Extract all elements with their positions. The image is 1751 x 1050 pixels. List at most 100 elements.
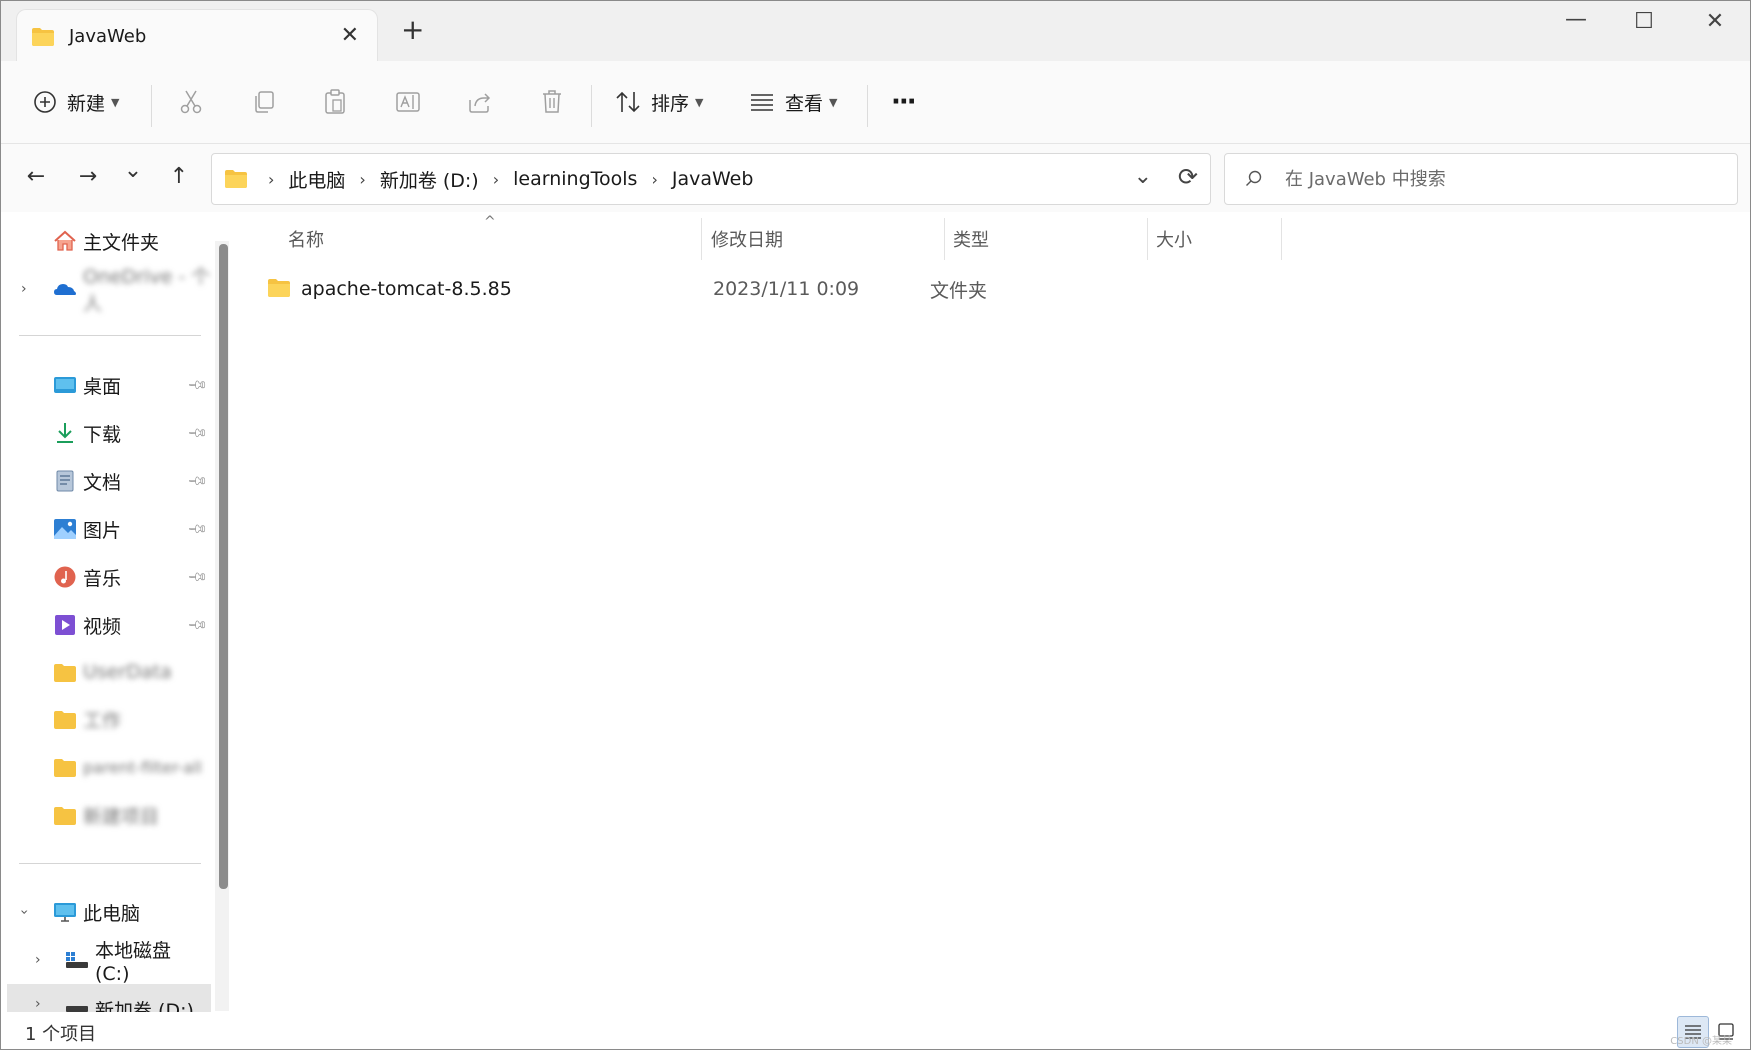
chevron-down-icon: ▼ [695, 95, 704, 109]
share-button[interactable] [467, 86, 493, 118]
breadcrumb-learningtools[interactable]: learningTools [513, 168, 637, 190]
chevron-down-icon[interactable]: › [16, 909, 32, 915]
sidebar-item-label: parent-filter-all [83, 757, 202, 777]
file-modified: 2023/1/11 0:09 [713, 278, 860, 300]
folder-icon [54, 807, 76, 825]
column-header-type[interactable]: 类型 [953, 226, 989, 252]
table-row[interactable]: apache-tomcat-8.5.85 2023/1/11 0:09 文件夹 [265, 270, 1365, 308]
paste-button[interactable] [323, 86, 347, 118]
drive-icon [66, 952, 88, 968]
sidebar-item-label: 音乐 [83, 567, 122, 590]
sidebar-item-folder[interactable]: parent-filter-all [1, 747, 211, 787]
folder-icon [225, 170, 247, 188]
rename-button[interactable] [395, 86, 421, 118]
column-separator[interactable] [1281, 218, 1282, 260]
delete-button[interactable] [540, 86, 564, 118]
copy-button[interactable] [252, 86, 276, 118]
minimize-button[interactable]: — [1556, 7, 1596, 32]
navigation-pane: 主文件夹 › OneDrive - 个人 桌面 📌︎ 下载 📌︎ 文档 📌︎ 图… [1, 212, 211, 1024]
breadcrumb-separator[interactable]: › [651, 170, 657, 189]
address-bar[interactable]: › 此电脑 › 新加卷 (D:) › learningTools › JavaW… [211, 153, 1211, 205]
sidebar-item-label: 此电脑 [83, 902, 141, 925]
sidebar-item-label: 主文件夹 [83, 231, 160, 254]
breadcrumb-separator[interactable]: › [493, 170, 499, 189]
pin-icon[interactable]: 📌︎ [186, 566, 208, 588]
file-list: ^ 名称 修改日期 类型 大小 apache-tomcat-8.5.85 202… [239, 212, 1750, 1012]
column-separator[interactable] [1147, 218, 1148, 260]
file-name: apache-tomcat-8.5.85 [301, 278, 512, 300]
computer-icon [54, 903, 76, 922]
maximize-button[interactable]: ☐ [1624, 9, 1664, 34]
sidebar-item-desktop[interactable]: 桌面 📌︎ [1, 365, 211, 405]
home-icon [54, 230, 76, 251]
sidebar-item-label: 下载 [83, 423, 122, 446]
recent-locations-button[interactable]: ⌄ [118, 158, 148, 183]
sidebar-item-home[interactable]: 主文件夹 [1, 221, 211, 261]
view-button[interactable]: 查看 ▼ [749, 86, 837, 118]
chevron-right-icon[interactable]: › [35, 952, 41, 968]
sidebar-divider [19, 863, 201, 864]
pin-icon[interactable]: 📌︎ [186, 470, 208, 492]
pictures-icon [54, 519, 76, 539]
pin-icon[interactable]: 📌︎ [186, 518, 208, 540]
pin-icon[interactable]: 📌︎ [186, 614, 208, 636]
sidebar-scrollbar-thumb[interactable] [219, 244, 228, 889]
folder-icon [54, 664, 76, 682]
up-button[interactable]: ↑ [164, 164, 194, 189]
sidebar-item-label: 本地磁盘 (C:) [95, 939, 172, 985]
status-bar: 1 个项目 CSDN @某某 [1, 1012, 1750, 1049]
delete-icon [543, 90, 561, 113]
more-options-button[interactable]: ··· [891, 86, 917, 118]
close-window-button[interactable]: ✕ [1695, 9, 1735, 34]
search-box[interactable] [1224, 153, 1738, 205]
sidebar-item-music[interactable]: 音乐 📌︎ [1, 557, 211, 597]
pin-icon[interactable]: 📌︎ [186, 374, 208, 396]
refresh-button[interactable]: ⟳ [1178, 163, 1198, 191]
sidebar-item-pictures[interactable]: 图片 📌︎ [1, 509, 211, 549]
breadcrumb-javaweb[interactable]: JavaWeb [672, 168, 754, 190]
sidebar-item-folder[interactable]: 工作 [1, 699, 211, 739]
column-header-name[interactable]: 名称 [288, 226, 324, 252]
sidebar-item-downloads[interactable]: 下载 📌︎ [1, 413, 211, 453]
new-tab-button[interactable]: + [401, 16, 424, 44]
breadcrumb-separator[interactable]: › [359, 170, 365, 189]
sidebar-item-folder[interactable]: UserData [1, 652, 211, 692]
tab-javaweb[interactable]: JavaWeb ✕ [17, 10, 377, 61]
column-header-modified[interactable]: 修改日期 [711, 226, 783, 252]
forward-button[interactable]: → [73, 164, 103, 189]
sort-button[interactable]: 排序 ▼ [615, 86, 703, 118]
folder-icon [54, 711, 76, 729]
column-separator[interactable] [701, 218, 702, 260]
pin-icon[interactable]: 📌︎ [186, 422, 208, 444]
paste-icon [325, 89, 345, 114]
search-input[interactable] [1283, 164, 1717, 194]
breadcrumb-this-pc[interactable]: 此电脑 [288, 166, 345, 193]
sidebar-item-videos[interactable]: 视频 📌︎ [1, 605, 211, 645]
sort-button-label: 排序 [651, 92, 690, 115]
sidebar-item-label: 图片 [83, 519, 122, 542]
sidebar-item-folder[interactable]: 新建项目 [1, 795, 211, 835]
folder-icon [54, 759, 76, 777]
column-separator[interactable] [944, 218, 945, 260]
new-button[interactable]: 新建 ▼ [33, 86, 119, 118]
music-icon [54, 566, 76, 588]
download-icon [57, 423, 73, 443]
command-bar: 新建 ▼ 排序 ▼ 查看 ▼ ··· [1, 61, 1750, 144]
sidebar-item-this-pc[interactable]: › 此电脑 [1, 892, 211, 932]
address-dropdown-button[interactable]: ⌄ [1134, 164, 1152, 189]
sidebar-item-documents[interactable]: 文档 📌︎ [1, 461, 211, 501]
breadcrumb-drive-d[interactable]: 新加卷 (D:) [380, 166, 479, 193]
view-button-label: 查看 [785, 92, 824, 115]
chevron-down-icon: ▼ [111, 95, 120, 109]
chevron-right-icon[interactable]: › [21, 281, 27, 297]
sidebar-item-drive-c[interactable]: › 本地磁盘 (C:) [1, 940, 211, 985]
column-header-size[interactable]: 大小 [1156, 226, 1192, 252]
chevron-right-icon[interactable]: › [35, 996, 41, 1012]
cut-button[interactable] [179, 86, 203, 118]
sidebar-divider [19, 335, 201, 336]
close-tab-button[interactable]: ✕ [341, 23, 359, 48]
more-icon: ··· [891, 87, 917, 117]
toolbar-separator [591, 85, 592, 127]
sidebar-item-onedrive[interactable]: › OneDrive - 个人 [1, 266, 211, 315]
back-button[interactable]: ← [21, 164, 51, 189]
